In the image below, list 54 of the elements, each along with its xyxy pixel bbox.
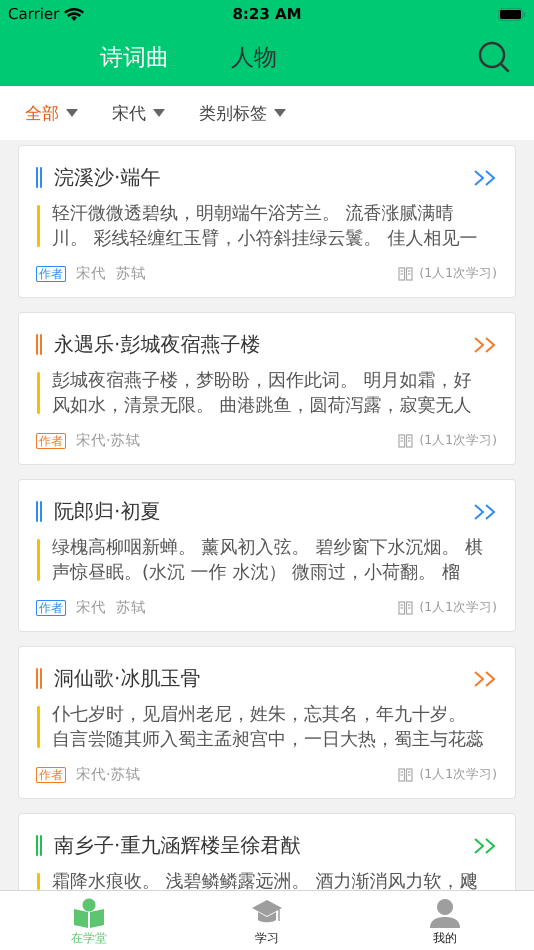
book-icon [398,600,414,614]
poem-title: 永遇乐·彭城夜宿燕子楼 [54,331,262,358]
chevron-icon[interactable] [473,670,497,686]
poem-excerpt: 绿槐高柳咽新蝉。 薰风初入弦。 碧纱窗下水沉烟。 棋 声惊昼眠。(水沉 一作 水沈） 微雨过，小荷翻。 榴 [52,536,484,585]
poem-excerpt: 轻汗微微透碧纨，明朝端午浴芳兰。 流香涨腻满晴 川。 彩线轻缠红玉臂，小符斜挂绿云鬟。 佳人相见一 [52,202,478,251]
study-count: (1人1次学习) [419,766,497,783]
meta-text: 苏轼 [116,599,146,617]
poem-excerpt: 彭城夜宿燕子楼，梦盼盼，因作此词。 明月如霜，好 风如水，清景无限。 曲港跳鱼，圆荷泻露，寂寞无人 [52,369,472,418]
meta-text: 苏轼 [116,265,146,283]
reader-icon [73,898,105,928]
clock-time: 8:23 AM [232,5,302,23]
caret-icon [66,109,78,117]
poem-excerpt: 仆七岁时，见眉州老尼，姓朱，忘其名，年九十岁。 自言尝随其师入蜀主孟昶宫中，一日大热，蜀主与花蕊 [52,703,484,752]
wifi-icon [64,6,84,22]
caret-icon [153,109,165,117]
chevron-icon[interactable] [473,504,497,520]
meta-text: 宋代·苏轼 [76,766,141,784]
chevron-icon[interactable] [473,336,497,352]
poem-title: 洞仙歌·冰肌玉骨 [54,665,202,692]
poem-title: 阮郎归·初夏 [54,498,162,525]
filter-dropdown[interactable]: 类别标签 [199,102,286,124]
poem-title: 浣溪沙·端午 [54,164,162,191]
filter-dropdown[interactable]: 全部 [25,102,78,124]
poem-card[interactable]: 永遇乐·彭城夜宿燕子楼 彭城夜宿燕子楼，梦盼盼，因作此词。 明月如霜，好 风如水，清景无限。 曲港跳鱼，圆荷泻露，寂寞无人 作者 宋代·苏轼 (1人1次学习) [18,312,516,465]
study-count: (1人1次学习) [419,265,497,282]
poem-card[interactable]: 阮郎归·初夏 绿槐高柳咽新蝉。 薰风初入弦。 碧纱窗下水沉烟。 棋 声惊昼眠。(水沉 一作 水沈） 微雨过，小荷翻。 榴 作者 宋代 苏轼 (1人1次学习) [18,479,516,632]
poem-title: 南乡子·重九涵辉楼呈徐君猷 [54,832,302,859]
tab-bar-item[interactable]: 学习 [178,891,356,950]
poem-excerpt: 霜降水痕收。 浅碧鳞鳞露远洲。 酒力渐消风力软，飕 [52,870,478,890]
author-tag: 作者 [36,266,66,282]
filter-dropdown[interactable]: 宋代 [112,102,165,124]
author-tag: 作者 [36,432,66,448]
person-icon [429,898,461,928]
tab-bar-item[interactable]: 我的 [356,891,534,950]
meta-text: 宋代 [76,264,106,283]
carrier-label: Carrier [8,5,60,23]
nav-tab[interactable]: 人物 [231,42,277,72]
book-icon [398,266,414,280]
author-tag: 作者 [36,600,66,616]
search-icon[interactable] [478,41,510,73]
chevron-icon[interactable] [473,838,497,854]
chevron-icon[interactable] [473,170,497,186]
poem-card[interactable]: 南乡子·重九涵辉楼呈徐君猷 霜降水痕收。 浅碧鳞鳞露远洲。 酒力渐消风力软，飕 [18,813,516,890]
caret-icon [274,109,286,117]
study-count: (1人1次学习) [419,432,497,449]
book-icon [398,434,414,448]
meta-text: 宋代 [76,598,106,617]
poem-card[interactable]: 洞仙歌·冰肌玉骨 仆七岁时，见眉州老尼，姓朱，忘其名，年九十岁。 自言尝随其师入蜀主孟昶宫中，一日大热，蜀主与花蕊 作者 宋代·苏轼 (1人1次学习) [18,646,516,799]
book-icon [398,768,414,782]
battery-icon [498,8,526,20]
meta-text: 宋代·苏轼 [76,432,141,450]
poem-card[interactable]: 浣溪沙·端午 轻汗微微透碧纨，明朝端午浴芳兰。 流香涨腻满晴 川。 彩线轻缠红玉臂，小符斜挂绿云鬟。 佳人相见一 作者 宋代 苏轼 (1人1次学习) [18,145,516,298]
study-count: (1人1次学习) [419,599,497,616]
author-tag: 作者 [36,766,66,782]
